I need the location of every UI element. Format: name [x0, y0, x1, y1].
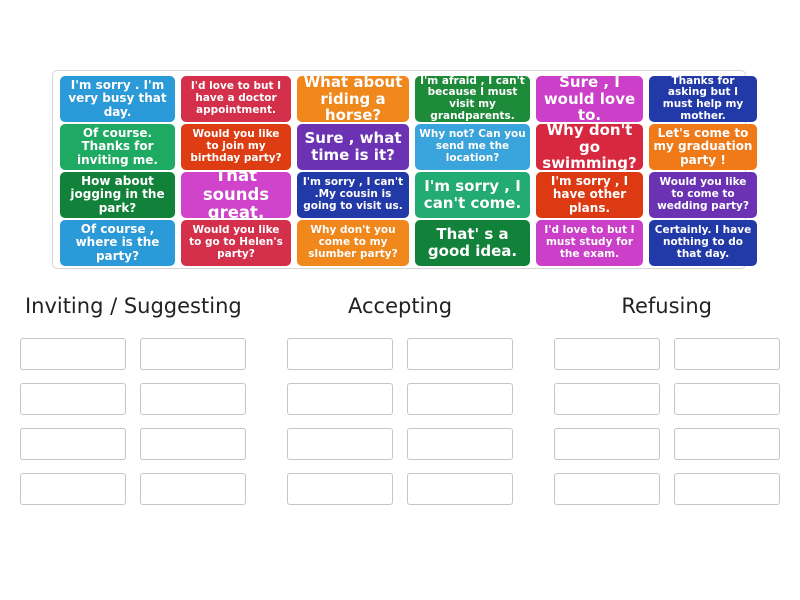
- word-tile[interactable]: I'm sorry , I have other plans.: [536, 172, 643, 218]
- category-heading-refusing: Refusing: [621, 294, 713, 318]
- drop-slot[interactable]: [287, 428, 393, 460]
- drop-slot[interactable]: [20, 428, 127, 460]
- word-tile[interactable]: How about jogging in the park?: [60, 172, 175, 218]
- drop-slot[interactable]: [140, 473, 247, 505]
- word-tile[interactable]: Why not? Can you send me the location?: [415, 124, 530, 170]
- tile-pool: I'm sorry . I'm very busy that day. I'd …: [52, 70, 757, 269]
- drop-slot[interactable]: [287, 338, 393, 370]
- drop-slot[interactable]: [553, 383, 660, 415]
- slot-row: [533, 428, 800, 460]
- word-tile[interactable]: I'm afraid , I can't because I must visi…: [415, 76, 530, 122]
- word-tile[interactable]: Of course , where is the party?: [60, 220, 175, 266]
- slot-row: [0, 428, 267, 460]
- word-tile[interactable]: I'm sorry , I can't .My cousin is going …: [297, 172, 409, 218]
- slot-row: [267, 338, 534, 370]
- drop-slot[interactable]: [673, 473, 780, 505]
- word-tile[interactable]: Let's come to my graduation party !: [649, 124, 757, 170]
- word-tile[interactable]: Thanks for asking but I must help my mot…: [649, 76, 757, 122]
- word-tile[interactable]: I'd love to but I must study for the exa…: [536, 220, 643, 266]
- slot-row: [533, 338, 800, 370]
- drop-slot[interactable]: [140, 428, 247, 460]
- slot-row: [0, 338, 267, 370]
- tile-row: How about jogging in the park? That soun…: [57, 172, 757, 218]
- drop-slot[interactable]: [287, 473, 393, 505]
- drop-slot[interactable]: [140, 338, 247, 370]
- drop-slot[interactable]: [673, 338, 780, 370]
- slot-row: [267, 383, 534, 415]
- word-tile[interactable]: Why don't go swimming?: [536, 124, 643, 170]
- drop-slot[interactable]: [553, 473, 660, 505]
- drop-slot[interactable]: [140, 383, 247, 415]
- slot-row: [0, 473, 267, 505]
- drop-slot[interactable]: [20, 383, 127, 415]
- word-tile[interactable]: Would you like to come to wedding party?: [649, 172, 757, 218]
- word-tile[interactable]: Of course. Thanks for inviting me.: [60, 124, 175, 170]
- drop-slot[interactable]: [20, 473, 127, 505]
- drop-zone-inviting[interactable]: [0, 338, 267, 518]
- category-heading-inviting: Inviting / Suggesting: [24, 294, 242, 318]
- word-tile[interactable]: I'd love to but I have a doctor appointm…: [181, 76, 291, 122]
- drop-zones: [0, 338, 800, 518]
- drop-slot[interactable]: [407, 338, 513, 370]
- drop-slot[interactable]: [673, 428, 780, 460]
- tile-row: Of course. Thanks for inviting me. Would…: [57, 124, 757, 170]
- drop-zone-refusing[interactable]: [533, 338, 800, 518]
- tile-row: Of course , where is the party? Would yo…: [57, 220, 757, 266]
- word-tile[interactable]: I'm sorry , I can't come.: [415, 172, 530, 218]
- category-headings: Inviting / Suggesting Accepting Refusing: [0, 294, 800, 318]
- drop-slot[interactable]: [20, 338, 127, 370]
- word-tile[interactable]: Why don't you come to my slumber party?: [297, 220, 409, 266]
- slot-row: [533, 383, 800, 415]
- word-tile[interactable]: I'm sorry . I'm very busy that day.: [60, 76, 175, 122]
- slot-row: [267, 428, 534, 460]
- drop-slot[interactable]: [553, 428, 660, 460]
- category-heading-accepting: Accepting: [347, 294, 453, 318]
- drop-zone-accepting[interactable]: [267, 338, 534, 518]
- slot-row: [0, 383, 267, 415]
- word-tile[interactable]: What about riding a horse?: [297, 76, 409, 122]
- word-tile[interactable]: That' s a good idea.: [415, 220, 530, 266]
- word-tile[interactable]: Would you like to go to Helen's party?: [181, 220, 291, 266]
- drop-slot[interactable]: [407, 428, 513, 460]
- drop-slot[interactable]: [673, 383, 780, 415]
- word-tile[interactable]: Sure , I would love to.: [536, 76, 643, 122]
- slot-row: [533, 473, 800, 505]
- slot-row: [267, 473, 534, 505]
- drop-slot[interactable]: [407, 383, 513, 415]
- tile-row: I'm sorry . I'm very busy that day. I'd …: [57, 76, 757, 122]
- drop-slot[interactable]: [287, 383, 393, 415]
- word-tile[interactable]: Would you like to join my birthday party…: [181, 124, 291, 170]
- drop-slot[interactable]: [407, 473, 513, 505]
- word-tile[interactable]: That sounds great.: [181, 172, 291, 218]
- drop-slot[interactable]: [553, 338, 660, 370]
- word-tile[interactable]: Sure , what time is it?: [297, 124, 409, 170]
- word-tile[interactable]: Certainly. I have nothing to do that day…: [649, 220, 757, 266]
